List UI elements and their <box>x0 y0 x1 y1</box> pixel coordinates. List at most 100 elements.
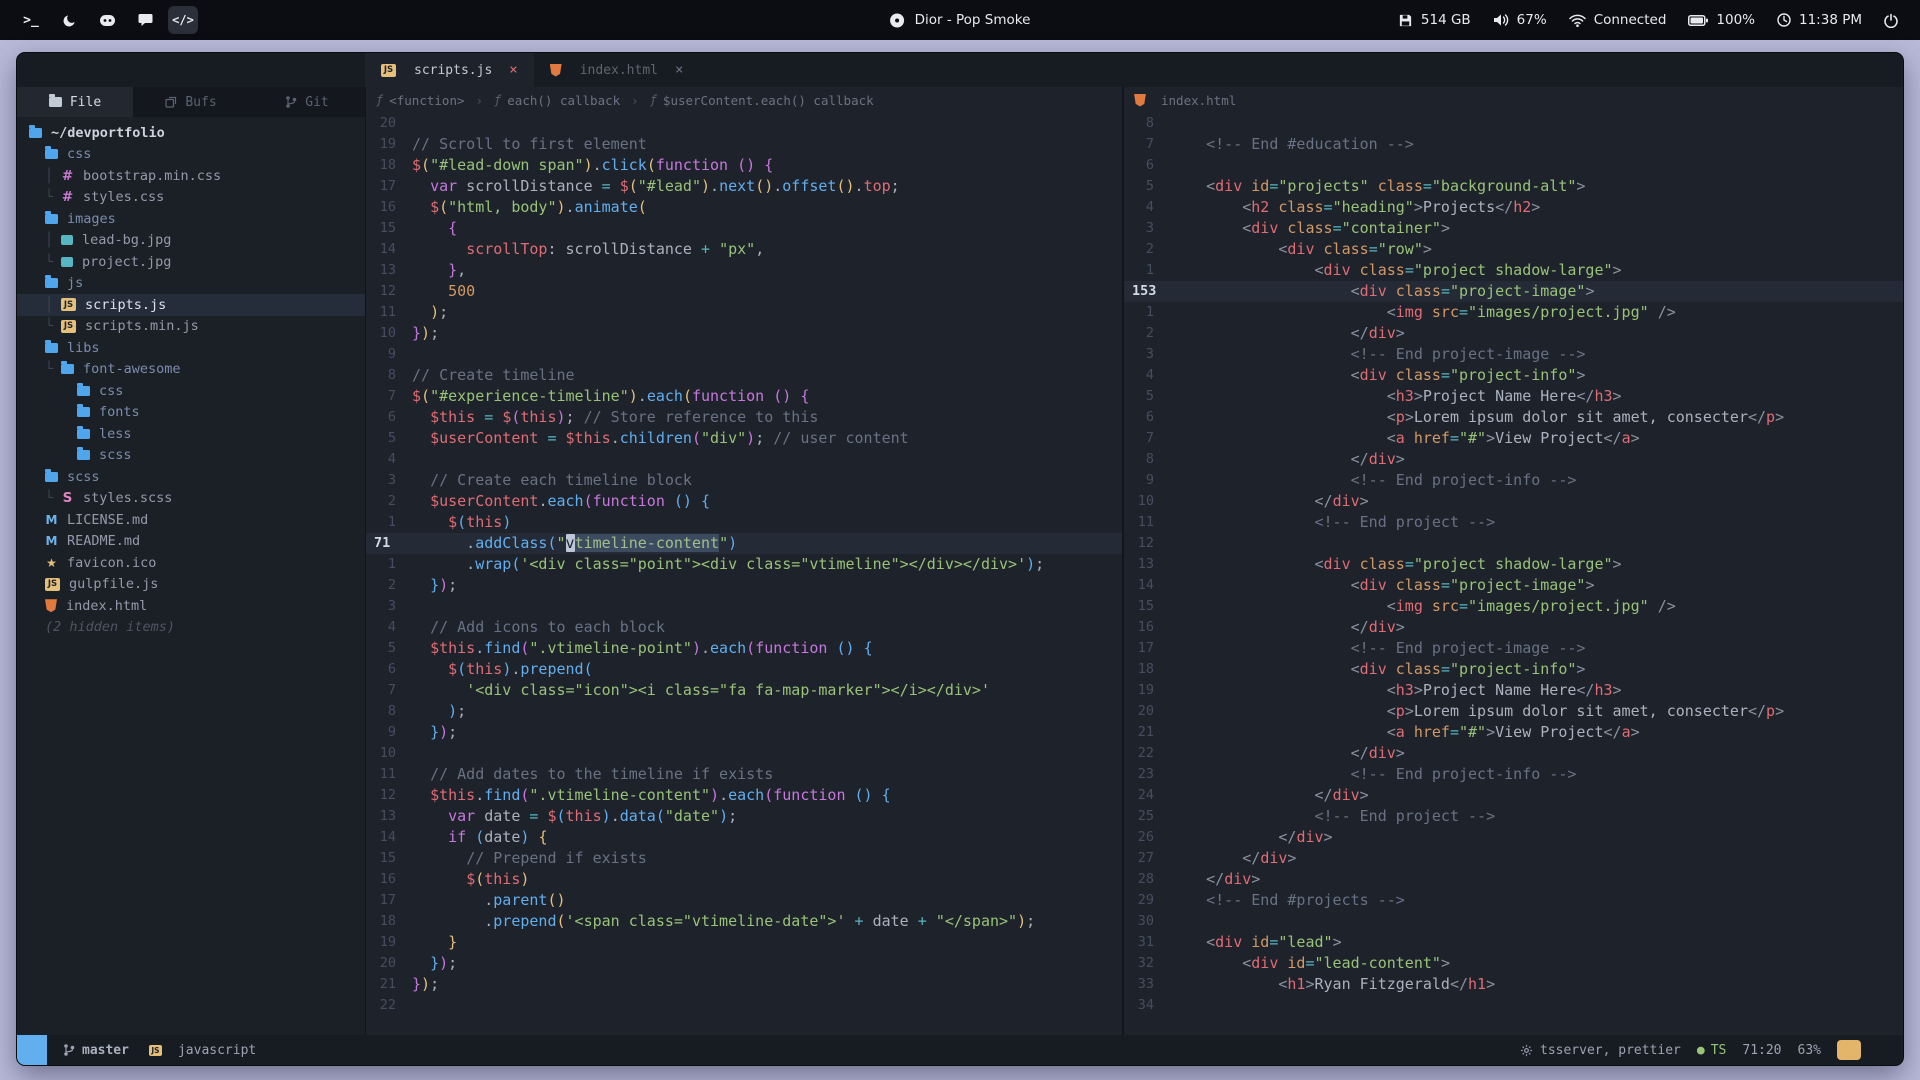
code-line[interactable]: 3 <!-- End project-image --> <box>1124 344 1903 365</box>
code-line[interactable]: 9 <box>366 344 1122 365</box>
code-line[interactable]: 10 <box>366 743 1122 764</box>
code-line[interactable]: 29 <!-- End #projects --> <box>1124 890 1903 911</box>
tree-item[interactable]: └JSscripts.min.js <box>17 316 365 338</box>
moon-icon[interactable] <box>54 6 84 34</box>
right-editor[interactable]: 87 <!-- End #education -->65 <div id="pr… <box>1124 113 1903 1035</box>
tree-item[interactable]: fonts <box>17 402 365 424</box>
tree-item[interactable]: └#styles.css <box>17 187 365 209</box>
tree-item[interactable]: less <box>17 423 365 445</box>
tab-file[interactable]: File <box>17 87 133 117</box>
code-line[interactable]: 2 }); <box>366 575 1122 596</box>
code-line[interactable]: 25 <!-- End project --> <box>1124 806 1903 827</box>
code-line[interactable]: 6 <box>1124 155 1903 176</box>
code-line[interactable]: 20 }); <box>366 953 1122 974</box>
tab-scripts-js[interactable]: JS scripts.js × <box>365 53 534 87</box>
tree-item[interactable]: index.html <box>17 595 365 617</box>
code-line[interactable]: 33 <h1>Ryan Fitzgerald</h1> <box>1124 974 1903 995</box>
code-line[interactable]: 15 { <box>366 218 1122 239</box>
now-playing[interactable]: Dior - Pop Smoke <box>890 12 1031 28</box>
code-line[interactable]: 153 <div class="project-image"> <box>1124 281 1903 302</box>
code-line[interactable]: 11 <!-- End project --> <box>1124 512 1903 533</box>
breadcrumb-item[interactable]: ƒ <function> <box>376 93 465 108</box>
code-line[interactable]: 1 $(this) <box>366 512 1122 533</box>
code-line[interactable]: 7$("#experience-timeline").each(function… <box>366 386 1122 407</box>
code-line[interactable]: 3 // Create each timeline block <box>366 470 1122 491</box>
code-line[interactable]: 4 <div class="project-info"> <box>1124 365 1903 386</box>
close-icon[interactable]: × <box>675 62 683 78</box>
code-line[interactable]: 6 $(this).prepend( <box>366 659 1122 680</box>
breadcrumb-item[interactable]: ƒ $userContent.each() callback <box>650 93 874 108</box>
code-line[interactable]: 13 var date = $(this).data("date"); <box>366 806 1122 827</box>
code-line[interactable]: 4 <box>366 449 1122 470</box>
tree-item[interactable]: css <box>17 144 365 166</box>
tree-item[interactable]: └font-awesome <box>17 359 365 381</box>
code-line[interactable]: 20 <p>Lorem ipsum dolor sit amet, consec… <box>1124 701 1903 722</box>
code-line[interactable]: 14 <div class="project-image"> <box>1124 575 1903 596</box>
code-line[interactable]: 7 <a href="#">View Project</a> <box>1124 428 1903 449</box>
code-line[interactable]: 2 $userContent.each(function () { <box>366 491 1122 512</box>
left-editor[interactable]: 2019// Scroll to first element18$("#lead… <box>366 113 1122 1035</box>
code-line[interactable]: 10 </div> <box>1124 491 1903 512</box>
tree-item[interactable]: (2 hidden items) <box>17 617 365 639</box>
code-line[interactable]: 9 }); <box>366 722 1122 743</box>
code-line[interactable]: 16 </div> <box>1124 617 1903 638</box>
tree-item[interactable]: │JSscripts.js <box>17 294 365 316</box>
code-line[interactable]: 17 .parent() <box>366 890 1122 911</box>
code-line[interactable]: 15 <img src="images/project.jpg" /> <box>1124 596 1903 617</box>
code-line[interactable]: 19 } <box>366 932 1122 953</box>
code-line[interactable]: 6 $this = $(this); // Store reference to… <box>366 407 1122 428</box>
code-line[interactable]: 8// Create timeline <box>366 365 1122 386</box>
tree-item[interactable]: libs <box>17 337 365 359</box>
tab-bufs[interactable]: Bufs <box>133 87 249 117</box>
code-line[interactable]: 7 '<div class="icon"><i class="fa fa-map… <box>366 680 1122 701</box>
code-line[interactable]: 11 // Add dates to the timeline if exist… <box>366 764 1122 785</box>
code-line[interactable]: 15 // Prepend if exists <box>366 848 1122 869</box>
code-line[interactable]: 12 <box>1124 533 1903 554</box>
code-line[interactable]: 14 scrollTop: scrollDistance + "px", <box>366 239 1122 260</box>
code-line[interactable]: 3 <div class="container"> <box>1124 218 1903 239</box>
code-line[interactable]: 12 $this.find(".vtimeline-content").each… <box>366 785 1122 806</box>
code-line[interactable]: 10}); <box>366 323 1122 344</box>
code-line[interactable]: 22 <box>366 995 1122 1016</box>
code-line[interactable]: 5 <div id="projects" class="background-a… <box>1124 176 1903 197</box>
code-line[interactable]: 22 </div> <box>1124 743 1903 764</box>
code-line[interactable]: 14 if (date) { <box>366 827 1122 848</box>
code-line[interactable]: 31 <div id="lead"> <box>1124 932 1903 953</box>
code-line[interactable]: 1 .wrap('<div class="point"><div class="… <box>366 554 1122 575</box>
code-line[interactable]: 18 .prepend('<span class="vtimeline-date… <box>366 911 1122 932</box>
tree-item[interactable]: images <box>17 208 365 230</box>
storage-indicator[interactable]: 514 GB <box>1398 12 1471 28</box>
code-line[interactable]: 71 .addClass("vtimeline-content") <box>366 533 1122 554</box>
tab-index-html[interactable]: index.html × <box>534 53 700 87</box>
tree-item[interactable]: JSgulpfile.js <box>17 574 365 596</box>
code-line[interactable]: 6 <p>Lorem ipsum dolor sit amet, consect… <box>1124 407 1903 428</box>
tree-item[interactable]: ★favicon.ico <box>17 552 365 574</box>
code-line[interactable]: 28 </div> <box>1124 869 1903 890</box>
code-line[interactable]: 27 </div> <box>1124 848 1903 869</box>
code-line[interactable]: 17 <!-- End project-image --> <box>1124 638 1903 659</box>
code-line[interactable]: 1 <div class="project shadow-large"> <box>1124 260 1903 281</box>
code-line[interactable]: 32 <div id="lead-content"> <box>1124 953 1903 974</box>
code-line[interactable]: 8 ); <box>366 701 1122 722</box>
code-line[interactable]: 2 <div class="row"> <box>1124 239 1903 260</box>
code-line[interactable]: 3 <box>366 596 1122 617</box>
tree-item[interactable]: │#bootstrap.min.css <box>17 165 365 187</box>
tree-item[interactable]: scss <box>17 466 365 488</box>
breadcrumb-item[interactable]: ƒ each() callback <box>494 93 620 108</box>
code-line[interactable]: 21 <a href="#">View Project</a> <box>1124 722 1903 743</box>
code-line[interactable]: 18 <div class="project-info"> <box>1124 659 1903 680</box>
code-line[interactable]: 23 <!-- End project-info --> <box>1124 764 1903 785</box>
discord-icon[interactable] <box>92 6 122 34</box>
code-line[interactable]: 4 <h2 class="heading">Projects</h2> <box>1124 197 1903 218</box>
code-line[interactable]: 17 var scrollDistance = $("#lead").next(… <box>366 176 1122 197</box>
tree-item[interactable]: MREADME.md <box>17 531 365 553</box>
code-line[interactable]: 24 </div> <box>1124 785 1903 806</box>
tree-item[interactable]: ~/devportfolio <box>17 122 365 144</box>
tree-item[interactable]: css <box>17 380 365 402</box>
tree-item[interactable]: scss <box>17 445 365 467</box>
code-line[interactable]: 19 <h3>Project Name Here</h3> <box>1124 680 1903 701</box>
tree-item[interactable]: │lead-bg.jpg <box>17 230 365 252</box>
code-line[interactable]: 2 </div> <box>1124 323 1903 344</box>
battery-indicator[interactable]: 100% <box>1688 12 1755 28</box>
volume-indicator[interactable]: 67% <box>1493 12 1547 28</box>
